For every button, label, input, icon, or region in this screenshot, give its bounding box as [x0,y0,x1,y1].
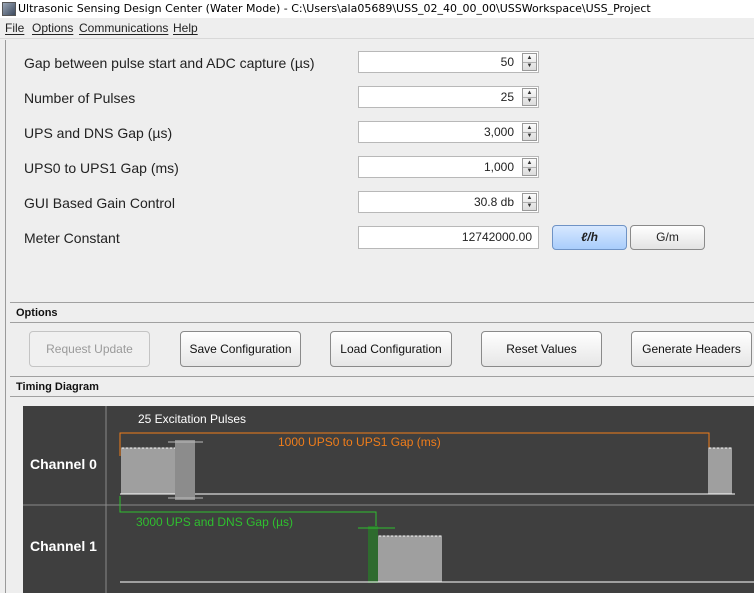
channel0-pulse-train-end [708,447,733,495]
ups-dns-gap-label: UPS and DNS Gap (µs) [24,125,173,141]
spinner-down-icon[interactable]: ▼ [523,202,536,210]
menu-options[interactable]: Options [32,18,73,38]
gap-pulse-adc-label: Gap between pulse start and ADC capture … [24,55,315,71]
menu-communications[interactable]: Communications [79,18,168,38]
timing-title-underline [10,396,754,397]
options-title-underline [10,322,754,323]
excitation-pulses-label: 25 Excitation Pulses [138,412,247,426]
number-of-pulses-spinner[interactable]: 25 ▲ ▼ [358,86,539,108]
gain-control-value[interactable]: 30.8 db [474,192,514,212]
meter-constant-value[interactable]: 12742000.00 [462,227,532,248]
timing-title: Timing Diagram [16,381,99,393]
ups0-ups1-gap-label: UPS0 to UPS1 Gap (ms) [24,160,179,176]
window-title: Ultrasonic Sensing Design Center (Water … [18,2,651,15]
spinner-arrows[interactable]: ▲ ▼ [522,158,537,176]
spinner-arrows[interactable]: ▲ ▼ [522,88,537,106]
save-configuration-button[interactable]: Save Configuration [180,331,301,367]
meter-constant-field[interactable]: 12742000.00 [358,226,539,249]
unit-gallons-per-minute-toggle[interactable]: G/m [630,225,705,250]
channel0-pulse-waveform-end [708,447,733,495]
spinner-arrows[interactable]: ▲ ▼ [522,123,537,141]
adc-capture-gap-marker [175,440,195,500]
spinner-down-icon[interactable]: ▼ [523,132,536,140]
timing-divider [10,376,754,377]
channel1-label: Channel 1 [30,538,97,554]
channel0-label: Channel 0 [30,456,97,472]
spinner-down-icon[interactable]: ▼ [523,62,536,70]
ups0-ups1-gap-label-diagram: 1000 UPS0 to UPS1 Gap (ms) [278,435,441,449]
gain-control-label: GUI Based Gain Control [24,195,175,211]
menu-help[interactable]: Help [173,18,198,38]
gain-control-spinner[interactable]: 30.8 db ▲ ▼ [358,191,539,213]
ups0-ups1-gap-value[interactable]: 1,000 [484,157,514,177]
window-title-bar: Ultrasonic Sensing Design Center (Water … [0,0,754,18]
load-configuration-button[interactable]: Load Configuration [330,331,452,367]
ups0-ups1-gap-spinner[interactable]: 1,000 ▲ ▼ [358,156,539,178]
ups-dns-gap-value[interactable]: 3,000 [484,122,514,142]
spinner-down-icon[interactable]: ▼ [523,97,536,105]
ups-dns-gap-spinner[interactable]: 3,000 ▲ ▼ [358,121,539,143]
menu-file[interactable]: File [5,18,24,38]
app-icon [2,2,16,16]
reset-values-button[interactable]: Reset Values [481,331,602,367]
channel1-pulse-train [378,535,443,583]
unit-liters-per-hour-toggle[interactable]: ℓ/h [552,225,627,250]
menu-bar: File Options Communications Help [0,18,754,39]
options-title: Options [16,307,58,319]
channel1-pulse-waveform [378,535,443,583]
spinner-arrows[interactable]: ▲ ▼ [522,193,537,211]
channel1-adc-gap-marker [368,526,378,583]
generate-headers-button[interactable]: Generate Headers [631,331,752,367]
gap-pulse-adc-spinner[interactable]: 50 ▲ ▼ [358,51,539,73]
meter-constant-label: Meter Constant [24,230,120,246]
options-divider [10,302,754,303]
request-update-button[interactable]: Request Update [29,331,150,367]
ups-dns-gap-label-diagram: 3000 UPS and DNS Gap (µs) [136,515,293,529]
number-of-pulses-label: Number of Pulses [24,90,136,106]
timing-diagram-panel: Channel 0 Channel 1 25 Excitation Pulses… [23,406,754,593]
spinner-arrows[interactable]: ▲ ▼ [522,53,537,71]
gap-pulse-adc-value[interactable]: 50 [501,52,514,72]
panel-edge [5,40,6,593]
spinner-down-icon[interactable]: ▼ [523,167,536,175]
number-of-pulses-value[interactable]: 25 [501,87,514,107]
